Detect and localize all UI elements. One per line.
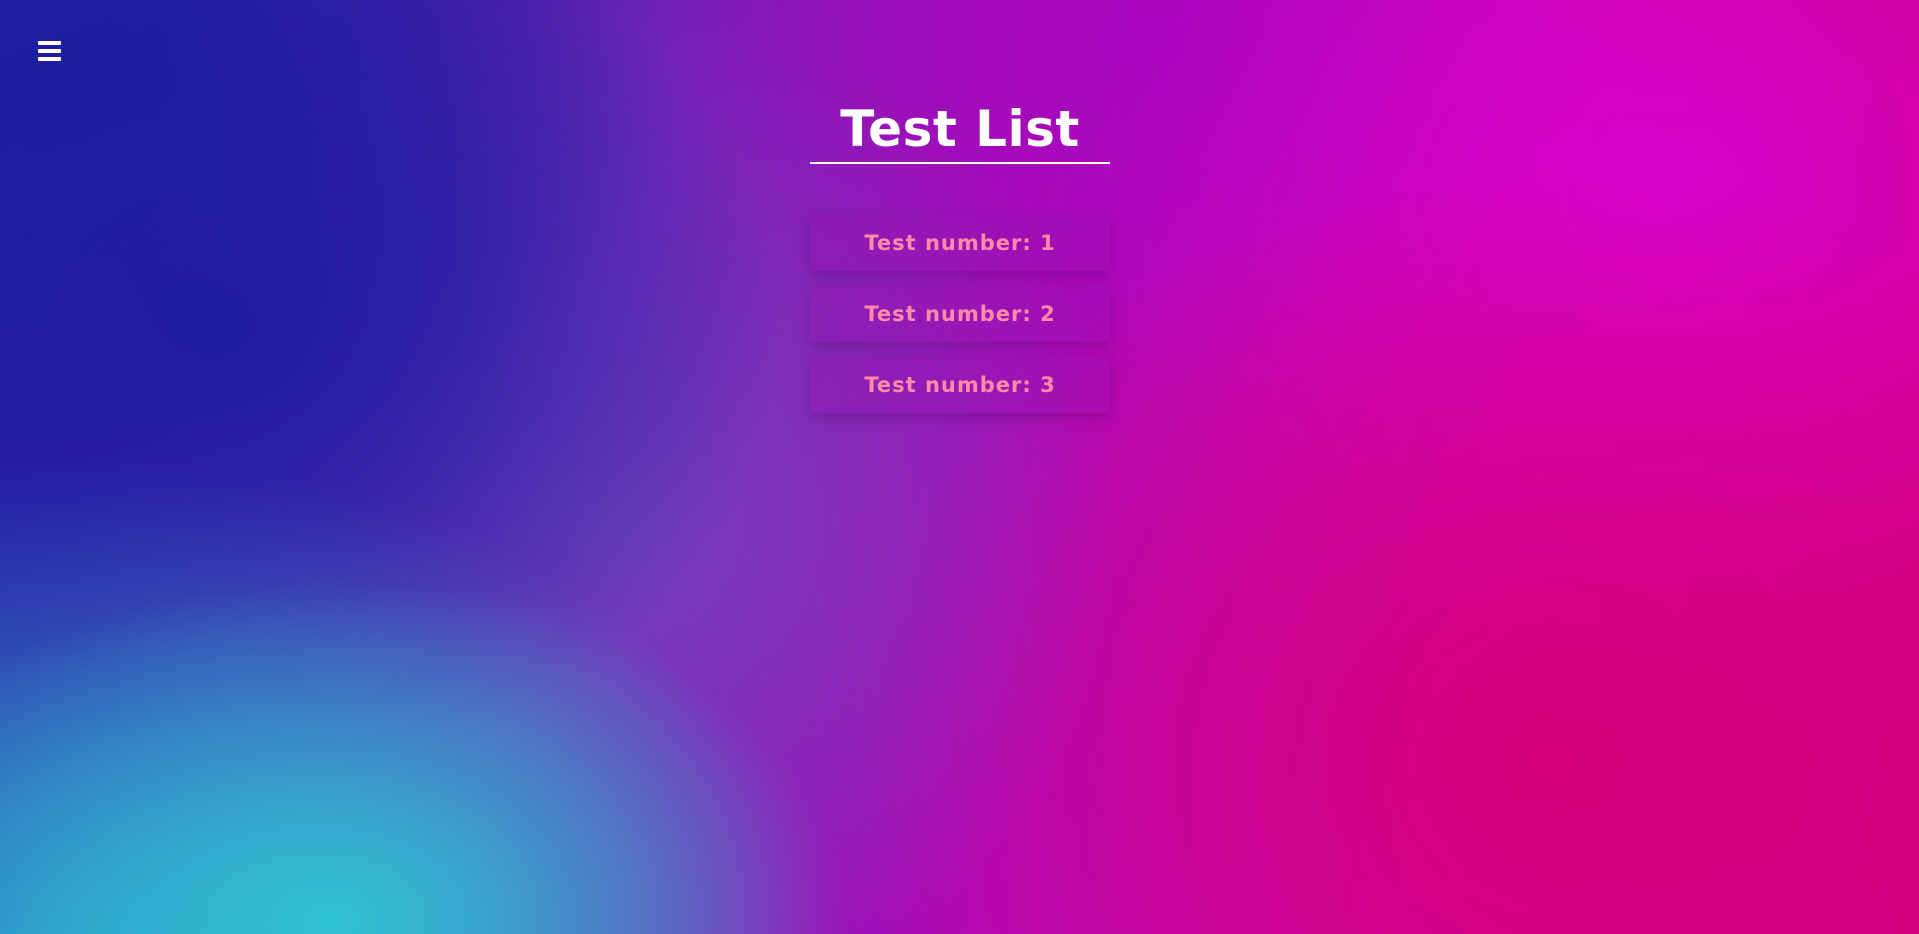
test-item-2[interactable]: Test number: 2 bbox=[810, 286, 1110, 342]
test-item-1[interactable]: Test number: 1 bbox=[810, 215, 1110, 271]
hamburger-menu-icon[interactable] bbox=[38, 41, 61, 63]
test-item-3[interactable]: Test number: 3 bbox=[810, 357, 1110, 413]
menu-bar-middle bbox=[38, 49, 61, 53]
menu-bar-top bbox=[38, 41, 61, 45]
test-list: Test number: 1 Test number: 2 Test numbe… bbox=[810, 215, 1110, 428]
menu-bar-bottom bbox=[38, 57, 61, 61]
page-title: Test List bbox=[840, 100, 1080, 158]
page-header: Test List bbox=[810, 96, 1110, 164]
